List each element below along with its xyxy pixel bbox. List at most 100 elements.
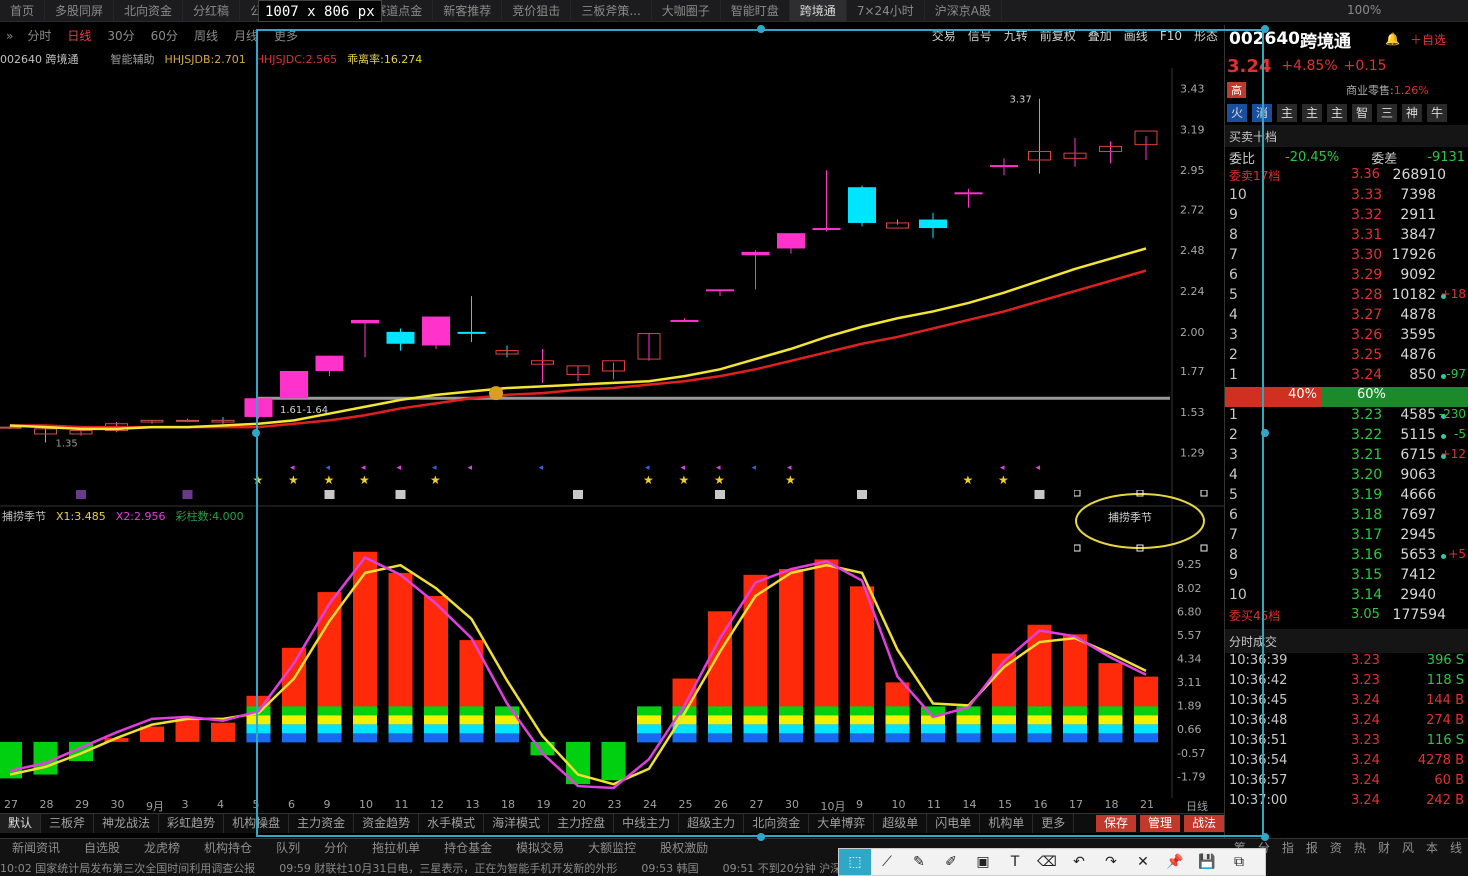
indicator-tab-1[interactable]: 三板斧 xyxy=(41,814,95,833)
ticker-item[interactable]: 09:53 韩国 xyxy=(641,860,698,876)
news-tab-4[interactable]: 队列 xyxy=(264,839,312,857)
copy-icon[interactable]: ⧉ xyxy=(1223,849,1255,875)
tool-1[interactable]: 信号 xyxy=(962,26,998,46)
tool-6[interactable]: F10 xyxy=(1154,26,1188,46)
tab-8[interactable]: 竞价狙击 xyxy=(502,0,572,22)
mosaic-icon[interactable]: ▣ xyxy=(967,849,999,875)
eraser-icon[interactable]: ⌫ xyxy=(1031,849,1063,875)
news-tab-8[interactable]: 模拟交易 xyxy=(504,839,576,857)
quote-shortcut-7[interactable]: 神 xyxy=(1402,104,1422,122)
chevron-left-icon[interactable]: » xyxy=(0,29,19,43)
news-side-5[interactable]: 热 xyxy=(1348,839,1372,857)
kline-chart[interactable]: 1.61-1.643.371.353.433.192.952.722.482.2… xyxy=(0,68,1224,798)
tool-7[interactable]: 形态 xyxy=(1188,26,1224,46)
indicator-name[interactable]: 捕捞季节 xyxy=(2,508,46,524)
industry-label[interactable]: 商业零售: xyxy=(1346,82,1394,98)
indicator-tab-14[interactable]: 超级单 xyxy=(874,814,928,833)
news-tab-9[interactable]: 大额监控 xyxy=(576,839,648,857)
assist-dropdown[interactable]: 智能辅助 xyxy=(111,51,155,67)
tab-2[interactable]: 北向资金 xyxy=(114,0,184,22)
undo-icon[interactable]: ↶ xyxy=(1063,849,1095,875)
dim-height[interactable]: 806 xyxy=(324,4,349,20)
marker-icon[interactable]: ✐ xyxy=(935,849,967,875)
indicator-tab-4[interactable]: 机构操盘 xyxy=(224,814,290,833)
news-tab-2[interactable]: 龙虎榜 xyxy=(132,839,192,857)
quote-shortcut-4[interactable]: 主 xyxy=(1327,104,1347,122)
tool-2[interactable]: 九转 xyxy=(998,26,1034,46)
select-icon[interactable]: ⬚ xyxy=(839,849,871,875)
news-side-7[interactable]: 风 xyxy=(1396,839,1420,857)
indicator-tab-6[interactable]: 资金趋势 xyxy=(354,814,420,833)
tool-0[interactable]: 交易 xyxy=(926,26,962,46)
bottom-button-1[interactable]: 管理 xyxy=(1139,815,1180,832)
quote-shortcut-0[interactable]: 火 xyxy=(1227,104,1247,122)
tab-13[interactable]: 7×24小时 xyxy=(847,0,925,22)
bell-icon[interactable]: 🔔 xyxy=(1385,32,1400,46)
news-tab-3[interactable]: 机构持仓 xyxy=(192,839,264,857)
quote-shortcut-3[interactable]: 主 xyxy=(1302,104,1322,122)
tool-3[interactable]: 前复权 xyxy=(1034,26,1082,46)
tab-10[interactable]: 大咖圈子 xyxy=(652,0,721,22)
quote-shortcut-8[interactable]: 牛 xyxy=(1427,104,1447,122)
indicator-tab-11[interactable]: 超级主力 xyxy=(679,814,745,833)
news-tab-7[interactable]: 持仓基金 xyxy=(432,839,504,857)
ticker-item[interactable]: 09:59 财联社10月31日电，三星表示，正在为智能手机开发新的外形 xyxy=(279,860,617,876)
bottom-button-2[interactable]: 战法 xyxy=(1183,815,1224,832)
zoom-label[interactable]: 100% xyxy=(1347,3,1381,17)
resize-handle[interactable] xyxy=(252,429,260,437)
quote-shortcut-5[interactable]: 智 xyxy=(1352,104,1372,122)
tab-7[interactable]: 新客推荐 xyxy=(433,0,503,22)
news-tab-10[interactable]: 股权激励 xyxy=(648,839,720,857)
bottom-button-0[interactable]: 保存 xyxy=(1095,815,1136,832)
news-side-4[interactable]: 资 xyxy=(1324,839,1348,857)
quote-shortcut-2[interactable]: 主 xyxy=(1277,104,1297,122)
resize-handle[interactable] xyxy=(1261,25,1269,33)
news-side-3[interactable]: 报 xyxy=(1300,839,1324,857)
period-0[interactable]: 分时 xyxy=(19,26,59,46)
period-6[interactable]: 更多 xyxy=(266,26,306,46)
indicator-tab-7[interactable]: 水手模式 xyxy=(419,814,485,833)
tab-11[interactable]: 智能盯盘 xyxy=(721,0,790,22)
trades-title[interactable]: 分时成交 xyxy=(1229,633,1277,650)
tab-14[interactable]: 沪深京A股 xyxy=(925,0,1002,22)
resize-handle[interactable] xyxy=(757,25,765,33)
annotation-ellipse[interactable] xyxy=(1074,490,1214,552)
redo-icon[interactable]: ↷ xyxy=(1095,849,1127,875)
pin-icon[interactable]: 📌 xyxy=(1159,849,1191,875)
indicator-tab-0[interactable]: 默认 xyxy=(0,814,42,833)
indicator-tab-8[interactable]: 海洋模式 xyxy=(484,814,550,833)
indicator-tab-13[interactable]: 大单博弈 xyxy=(809,814,875,833)
news-tab-0[interactable]: 新闻资讯 xyxy=(0,839,72,857)
indicator-tab-10[interactable]: 中线主力 xyxy=(614,814,680,833)
indicator-tab-15[interactable]: 闪电单 xyxy=(927,814,981,833)
quote-shortcut-1[interactable]: 消 xyxy=(1252,104,1272,122)
tab-9[interactable]: 三板斧策... xyxy=(571,0,652,22)
indicator-tab-16[interactable]: 机构单 xyxy=(980,814,1034,833)
indicator-tab-2[interactable]: 神龙战法 xyxy=(94,814,160,833)
pen-icon[interactable]: ✎ xyxy=(903,849,935,875)
close-icon[interactable]: ✕ xyxy=(1127,849,1159,875)
line-icon[interactable]: ⟋ xyxy=(871,849,903,875)
tab-3[interactable]: 分红稿 xyxy=(183,0,241,22)
tab-0[interactable]: 首页 xyxy=(0,0,46,22)
indicator-tab-9[interactable]: 主力控盘 xyxy=(549,814,615,833)
resize-handle[interactable] xyxy=(757,833,765,841)
indicator-tab-3[interactable]: 彩虹趋势 xyxy=(159,814,225,833)
period-1[interactable]: 日线 xyxy=(59,26,99,46)
period-4[interactable]: 周线 xyxy=(186,26,226,46)
period-5[interactable]: 月线 xyxy=(226,26,266,46)
orderbook-title[interactable]: 买卖十档 xyxy=(1229,128,1277,145)
indicator-tab-5[interactable]: 主力资金 xyxy=(289,814,355,833)
period-3[interactable]: 60分 xyxy=(143,26,186,46)
text-icon[interactable]: T xyxy=(999,849,1031,875)
resize-handle[interactable] xyxy=(1261,429,1269,437)
quote-shortcut-6[interactable]: 三 xyxy=(1377,104,1397,122)
news-tab-5[interactable]: 分价 xyxy=(312,839,360,857)
news-side-8[interactable]: 本 xyxy=(1420,839,1444,857)
news-side-2[interactable]: 指 xyxy=(1276,839,1300,857)
news-tab-1[interactable]: 自选股 xyxy=(72,839,132,857)
save-icon[interactable]: 💾 xyxy=(1191,849,1223,875)
news-tab-6[interactable]: 拖拉机单 xyxy=(360,839,432,857)
ticker-item[interactable]: 10:02 国家统计局发布第三次全国时间利用调查公报 xyxy=(0,860,255,876)
add-watch-button[interactable]: ＋自选 xyxy=(1410,31,1446,48)
